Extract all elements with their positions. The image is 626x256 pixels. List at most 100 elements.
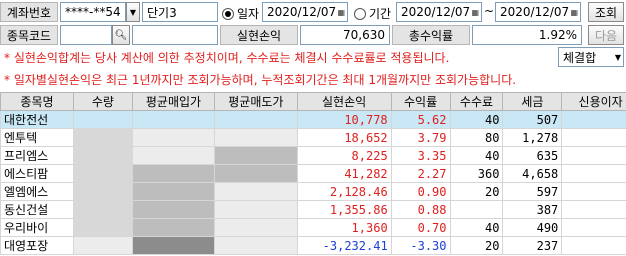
redacted-cell bbox=[72, 146, 133, 165]
cell-interest bbox=[561, 164, 626, 183]
account-dropdown-button[interactable]: ▼ bbox=[126, 2, 140, 22]
cell-name: 우리바이 bbox=[0, 218, 74, 237]
results-table: 종목명 수량 평균매입가 평균매도가 실현손익 수익률 수수료 세금 신용이자 … bbox=[0, 92, 626, 255]
cell-interest bbox=[561, 146, 626, 165]
date-to-field[interactable]: 2020/12/07 ▦ bbox=[495, 2, 581, 22]
cell-rate: -3.30 bbox=[390, 236, 451, 255]
col-header-fee[interactable]: 수수료 bbox=[449, 92, 504, 111]
cell-fee: 40 bbox=[449, 146, 504, 165]
cell-rate: 5.62 bbox=[390, 110, 451, 129]
profit-value: 70,630 bbox=[300, 25, 390, 45]
date-separator: ~ bbox=[484, 4, 495, 18]
redacted-cell bbox=[72, 110, 133, 129]
cell-tax: 490 bbox=[502, 218, 563, 237]
cell-name: 엔투텍 bbox=[0, 128, 74, 147]
cell-tax: 387 bbox=[502, 200, 563, 219]
cell-tax: 1,278 bbox=[502, 128, 563, 147]
date-from-field[interactable]: 2020/12/07 ▦ bbox=[396, 2, 482, 22]
redacted-cell bbox=[131, 164, 216, 183]
search-button[interactable]: 조회 bbox=[588, 2, 624, 22]
table-row[interactable]: 대한전선 10,778 5.62 40 507 bbox=[0, 110, 626, 129]
redacted-cell bbox=[131, 182, 216, 201]
cell-name: 엘엠에스 bbox=[0, 182, 74, 201]
redacted-cell bbox=[131, 200, 216, 219]
cell-rate: 2.27 bbox=[390, 164, 451, 183]
cell-interest bbox=[561, 218, 626, 237]
redacted-cell bbox=[214, 218, 298, 237]
table-row[interactable]: 대영포장 -3,232.41 -3.30 20 237 bbox=[0, 236, 626, 255]
col-header-profit[interactable]: 실현손익 bbox=[296, 92, 392, 111]
calendar-icon[interactable]: ▦ bbox=[337, 8, 345, 17]
cell-profit: 2,128.46 bbox=[296, 182, 392, 201]
calendar-icon[interactable]: ▦ bbox=[570, 8, 578, 17]
cell-profit: 1,360 bbox=[296, 218, 392, 237]
cell-tax: 237 bbox=[502, 236, 563, 255]
col-header-name[interactable]: 종목명 bbox=[0, 92, 74, 111]
rate-value: 1.92% bbox=[472, 25, 582, 45]
cell-rate: 0.88 bbox=[390, 200, 451, 219]
redacted-cell bbox=[214, 128, 298, 147]
table-row[interactable]: 우리바이 1,360 0.70 40 490 bbox=[0, 218, 626, 237]
date-radio-dot[interactable] bbox=[222, 7, 234, 20]
table-header-row: 종목명 수량 평균매입가 평균매도가 실현손익 수익률 수수료 세금 신용이자 bbox=[0, 92, 626, 111]
redacted-cell bbox=[131, 110, 216, 129]
next-button[interactable]: 다음 bbox=[588, 25, 624, 45]
stock-code-label: 종목코드 bbox=[0, 25, 58, 45]
table-row[interactable]: 에스티팜 41,282 2.27 360 4,658 bbox=[0, 164, 626, 183]
table-row[interactable]: 프리엠스 8,225 3.35 40 635 bbox=[0, 146, 626, 165]
redacted-cell bbox=[131, 146, 216, 165]
col-header-tax[interactable]: 세금 bbox=[502, 92, 563, 111]
col-header-qty[interactable]: 수량 bbox=[72, 92, 133, 111]
cell-rate: 3.79 bbox=[390, 128, 451, 147]
stock-search-button[interactable]: 🔍︎ bbox=[112, 25, 130, 45]
cell-interest bbox=[561, 236, 626, 255]
notice-1: * 실현손익합계는 당사 계산에 의한 추정치이며, 수수료는 체결시 수수료률… bbox=[4, 51, 450, 65]
col-header-avg-sell[interactable]: 평균매도가 bbox=[214, 92, 298, 111]
redacted-cell bbox=[214, 200, 298, 219]
cell-profit: 41,282 bbox=[296, 164, 392, 183]
cell-fee: 360 bbox=[449, 164, 504, 183]
col-header-interest[interactable]: 신용이자 bbox=[561, 92, 626, 111]
account-type-field: 단기3 bbox=[142, 2, 218, 22]
date-from-value: 2020/12/07 bbox=[401, 5, 471, 19]
redacted-cell bbox=[214, 110, 298, 129]
redacted-cell bbox=[214, 146, 298, 165]
redacted-cell bbox=[72, 164, 133, 183]
table-row[interactable]: 엘엠에스 2,128.46 0.90 20 597 bbox=[0, 182, 626, 201]
account-label: 계좌번호 bbox=[0, 2, 58, 22]
date-radio[interactable]: 일자 bbox=[222, 5, 259, 22]
calendar-icon[interactable]: ▦ bbox=[471, 8, 479, 17]
stock-code-field[interactable] bbox=[60, 25, 112, 45]
cell-profit: 10,778 bbox=[296, 110, 392, 129]
cell-name: 대영포장 bbox=[0, 236, 74, 255]
table-row[interactable]: 동신건설 1,355.86 0.88 387 bbox=[0, 200, 626, 219]
basis-select-value: 체결합 bbox=[563, 50, 597, 65]
range-radio-dot[interactable] bbox=[354, 7, 366, 20]
cell-fee bbox=[449, 200, 504, 219]
redacted-cell bbox=[72, 236, 133, 255]
redacted-cell bbox=[72, 128, 133, 147]
basis-select[interactable]: 체결합 ▼ bbox=[558, 47, 624, 67]
col-header-avg-buy[interactable]: 평균매입가 bbox=[131, 92, 216, 111]
range-radio-label: 기간 bbox=[369, 7, 392, 21]
date-single-value: 2020/12/07 bbox=[267, 5, 337, 19]
cell-interest bbox=[561, 182, 626, 201]
col-header-rate[interactable]: 수익률 bbox=[390, 92, 451, 111]
cell-interest bbox=[561, 128, 626, 147]
redacted-cell bbox=[131, 128, 216, 147]
redacted-cell bbox=[214, 236, 298, 255]
stock-name-field bbox=[132, 25, 218, 45]
range-radio[interactable]: 기간 bbox=[354, 5, 391, 22]
date-single-field[interactable]: 2020/12/07 ▦ bbox=[262, 2, 348, 22]
table-row[interactable]: 엔투텍 18,652 3.79 80 1,278 bbox=[0, 128, 626, 147]
cell-fee: 20 bbox=[449, 236, 504, 255]
cell-tax: 635 bbox=[502, 146, 563, 165]
cell-name: 대한전선 bbox=[0, 110, 74, 129]
redacted-cell bbox=[131, 236, 216, 255]
cell-interest bbox=[561, 200, 626, 219]
cell-rate: 3.35 bbox=[390, 146, 451, 165]
cell-interest bbox=[561, 110, 626, 129]
redacted-cell bbox=[72, 218, 133, 237]
cell-profit: 1,355.86 bbox=[296, 200, 392, 219]
account-number-field[interactable]: ****-**54 bbox=[60, 2, 126, 22]
